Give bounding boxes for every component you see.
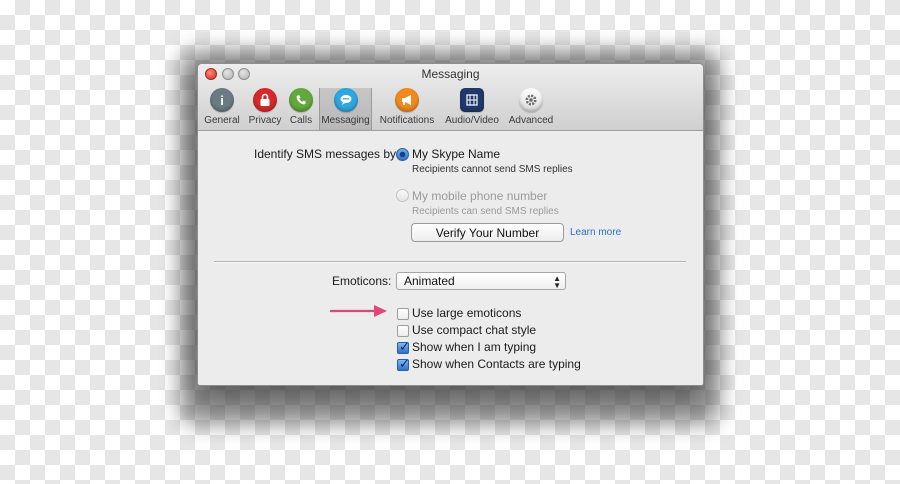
info-icon: i (210, 88, 234, 112)
gear-icon (519, 88, 543, 112)
lock-icon (253, 88, 277, 112)
preferences-window: Messaging i General Privacy Calls Messag… (197, 63, 704, 386)
megaphone-icon (395, 88, 419, 112)
skype-name-description: Recipients cannot send SMS replies (412, 164, 573, 175)
film-icon (460, 88, 484, 112)
checkbox-contacts-typing[interactable] (397, 356, 410, 372)
section-divider (214, 261, 686, 263)
chevron-updown-icon: ▲ ▼ (553, 274, 561, 290)
phone-icon (289, 88, 313, 112)
radio-skype-name-label[interactable]: My Skype Name (412, 147, 500, 161)
learn-more-link[interactable]: Learn more (570, 227, 621, 238)
verify-number-button[interactable]: Verify Your Number (411, 223, 564, 242)
annotation-arrow-icon (330, 305, 387, 317)
checkbox-contacts-typing-label[interactable]: Show when Contacts are typing (412, 357, 581, 371)
checkbox-show-typing[interactable] (397, 339, 410, 355)
radio-mobile-number-label[interactable]: My mobile phone number (412, 189, 547, 203)
toolbar-audio-video[interactable]: Audio/Video (442, 88, 502, 130)
titlebar: Messaging i General Privacy Calls Messag… (198, 64, 703, 131)
mobile-number-description: Recipients can send SMS replies (412, 206, 559, 217)
toolbar-advanced[interactable]: Advanced (506, 88, 556, 130)
messaging-preferences-panel: Identify SMS messages by: My Skype Name … (198, 131, 703, 385)
emoticons-select-value: Animated (404, 274, 455, 288)
window-title: Messaging (421, 67, 480, 81)
toolbar-privacy[interactable]: Privacy (246, 88, 284, 130)
checkbox-compact-chat[interactable] (397, 325, 409, 337)
sms-identify-label: Identify SMS messages by: (254, 147, 400, 161)
radio-mobile-number[interactable] (396, 189, 409, 202)
toolbar-messaging[interactable]: Messaging (319, 88, 372, 130)
checkbox-large-emoticons-label[interactable]: Use large emoticons (412, 306, 521, 320)
toolbar-general[interactable]: i General (203, 88, 241, 130)
speech-bubble-icon (333, 88, 358, 112)
checkbox-show-typing-label[interactable]: Show when I am typing (412, 340, 536, 354)
toolbar-notifications[interactable]: Notifications (376, 88, 438, 130)
checkbox-compact-chat-label[interactable]: Use compact chat style (412, 323, 536, 337)
emoticons-label: Emoticons: (332, 274, 392, 288)
emoticons-select[interactable]: Animated ▲ ▼ (396, 272, 566, 290)
toolbar-calls[interactable]: Calls (285, 88, 317, 130)
radio-skype-name[interactable] (396, 148, 409, 161)
checkbox-large-emoticons[interactable] (397, 308, 409, 320)
